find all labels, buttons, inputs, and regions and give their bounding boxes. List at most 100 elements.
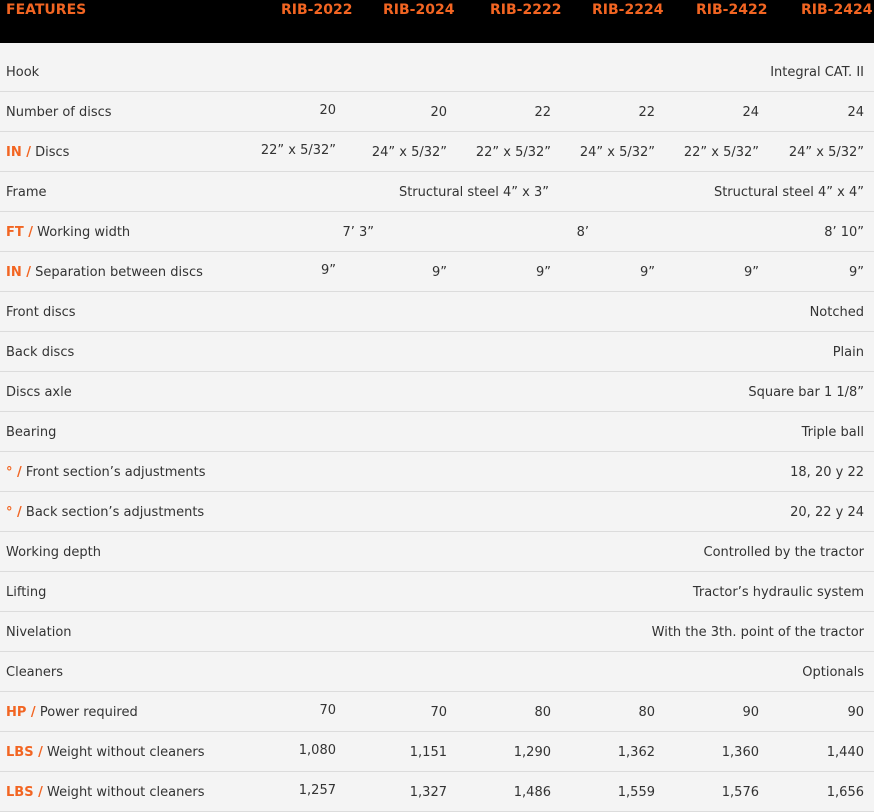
spec-value: 80 <box>638 705 655 720</box>
spec-value: With the 3th. point of the tractor <box>651 625 864 640</box>
spec-value: 1,080 <box>298 743 336 758</box>
feature-name: Front section’s adjustments <box>25 465 206 480</box>
feature-name: Discs <box>35 145 70 160</box>
table-row: Hook Integral CAT. II <box>0 52 874 92</box>
feature-name: Front discs <box>6 305 76 320</box>
spec-value: 1,362 <box>617 745 655 760</box>
feature-name: Nivelation <box>6 625 72 640</box>
table-row: Back discs Plain <box>0 332 874 372</box>
table-row: HP / Power required 70 70 80 80 90 90 <box>0 692 874 732</box>
feature-name: Separation between discs <box>35 265 203 280</box>
table-row: ° / Front section’s adjustments 18, 20 y … <box>0 452 874 492</box>
unit-prefix: FT / <box>6 225 34 240</box>
table-row: Number of discs 20 20 22 22 24 24 <box>0 92 874 132</box>
table-row: Cleaners Optionals <box>0 652 874 692</box>
feature-label: Back discs <box>6 345 74 360</box>
spec-value: 22 <box>638 105 655 120</box>
feature-name: Working width <box>37 225 131 240</box>
feature-label: LBS / Weight without cleaners <box>6 785 205 800</box>
spec-value: 1,257 <box>298 783 336 798</box>
spec-value: 1,486 <box>513 785 551 800</box>
feature-name: Back discs <box>6 345 75 360</box>
model-heading: RIB-2222 <box>490 2 562 18</box>
spec-value: 9” <box>639 265 655 280</box>
spec-value: Tractor’s hydraulic system <box>692 585 864 600</box>
feature-label: Frame <box>6 185 47 200</box>
spec-value: Structural steel 4” x 3” <box>398 185 549 200</box>
model-heading: RIB-2022 <box>281 2 353 18</box>
spec-value: 1,290 <box>513 745 551 760</box>
unit-prefix: LBS / <box>6 745 43 760</box>
spec-value: 9” <box>743 265 759 280</box>
spec-value: 9” <box>431 265 447 280</box>
feature-label: Bearing <box>6 425 56 440</box>
spec-value: 24” x 5/32” <box>579 145 655 160</box>
table-header: FEATURES RIB-2022 RIB-2024 RIB-2222 RIB-… <box>0 0 874 43</box>
spec-value: 80 <box>534 705 551 720</box>
feature-label: FT / Working width <box>6 225 130 240</box>
feature-name: Power required <box>39 705 138 720</box>
feature-label: ° / Front section’s adjustments <box>6 465 206 480</box>
unit-prefix: ° / <box>6 465 22 480</box>
spec-value: Triple ball <box>801 425 864 440</box>
spec-value: Square bar 1 1/8” <box>748 385 864 400</box>
table-row: Lifting Tractor’s hydraulic system <box>0 572 874 612</box>
spec-value: 70 <box>319 703 336 718</box>
spec-value: Controlled by the tractor <box>703 545 864 560</box>
spec-value: 1,559 <box>617 785 655 800</box>
table-row: LBS / Weight without cleaners 1,080 1,151 1… <box>0 732 874 772</box>
feature-name: Hook <box>6 65 40 80</box>
table-row: LBS / Weight without cleaners 1,257 1,327 1… <box>0 772 874 812</box>
spec-value: 7’ 3” <box>342 225 374 240</box>
table-row: Bearing Triple ball <box>0 412 874 452</box>
feature-name: Cleaners <box>6 665 64 680</box>
model-heading: RIB-2424 <box>801 2 873 18</box>
spec-value: 8’ 10” <box>824 225 864 240</box>
feature-name: Bearing <box>6 425 57 440</box>
spec-value: 8’ <box>576 225 589 240</box>
table-row: IN / Discs 22” x 5/32” 24” x 5/32” 22” x 5/… <box>0 132 874 172</box>
spec-value: 1,360 <box>721 745 759 760</box>
spec-value: 22” x 5/32” <box>475 145 551 160</box>
unit-prefix: IN / <box>6 145 31 160</box>
spec-value: 90 <box>847 705 864 720</box>
spec-value: 20 <box>319 103 336 118</box>
spec-value: Optionals <box>802 665 864 680</box>
feature-name: Number of discs <box>6 105 112 120</box>
feature-label: IN / Discs <box>6 145 69 160</box>
spec-value: 18, 20 y 22 <box>790 465 864 480</box>
feature-name: Weight without cleaners <box>46 785 205 800</box>
spec-value: 24 <box>847 105 864 120</box>
feature-name: Back section’s adjustments <box>25 505 205 520</box>
table-row: FT / Working width 7’ 3” 8’ 8’ 10” <box>0 212 874 252</box>
model-heading: RIB-2422 <box>696 2 768 18</box>
table-row: Frame Structural steel 4” x 3” Structural … <box>0 172 874 212</box>
feature-label: IN / Separation between discs <box>6 265 203 280</box>
spec-value: 1,656 <box>826 785 864 800</box>
feature-name: Lifting <box>6 585 47 600</box>
spec-value: 90 <box>742 705 759 720</box>
spec-value: 24 <box>742 105 759 120</box>
unit-prefix: ° / <box>6 505 22 520</box>
unit-prefix: HP / <box>6 705 36 720</box>
spec-value: 1,576 <box>721 785 759 800</box>
feature-label: ° / Back section’s adjustments <box>6 505 204 520</box>
table-row: Working depth Controlled by the tractor <box>0 532 874 572</box>
table-row: ° / Back section’s adjustments 20, 22 y 2… <box>0 492 874 532</box>
feature-label: Nivelation <box>6 625 72 640</box>
spec-value: 9” <box>320 263 336 278</box>
feature-label: Discs axle <box>6 385 72 400</box>
feature-label: HP / Power required <box>6 705 138 720</box>
unit-prefix: LBS / <box>6 785 43 800</box>
spec-value: 20 <box>430 105 447 120</box>
feature-name: Working depth <box>6 545 101 560</box>
spec-value: 24” x 5/32” <box>788 145 864 160</box>
model-heading: RIB-2224 <box>592 2 664 18</box>
spec-value: 1,151 <box>409 745 447 760</box>
spec-value: 20, 22 y 24 <box>790 505 864 520</box>
feature-label: Cleaners <box>6 665 63 680</box>
spec-value: Plain <box>832 345 864 360</box>
spec-value: Structural steel 4” x 4” <box>713 185 864 200</box>
spec-value: 22” x 5/32” <box>683 145 759 160</box>
feature-label: Working depth <box>6 545 101 560</box>
